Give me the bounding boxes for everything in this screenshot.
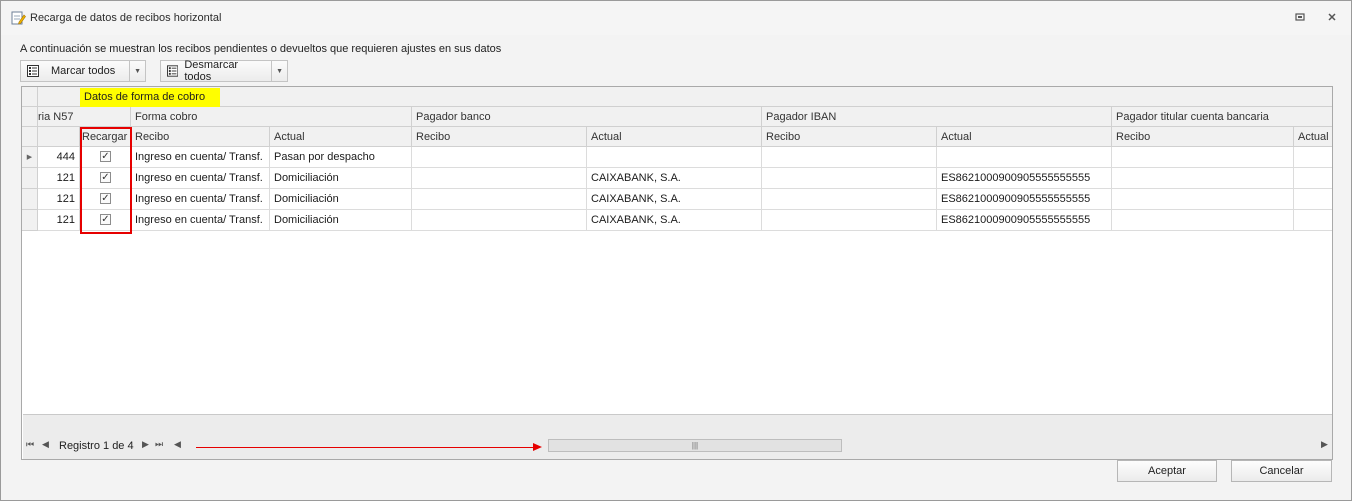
cell-banco-recibo[interactable] (412, 147, 587, 168)
checklist-icon (167, 65, 179, 77)
band-title[interactable]: Datos de forma de cobro (80, 88, 220, 107)
cell-titular-actual[interactable] (1294, 168, 1332, 189)
dialog-window: Recarga de datos de recibos horizontal A… (0, 0, 1352, 501)
checklist-icon (27, 65, 39, 77)
current-row-indicator-icon: ▶ (22, 147, 38, 168)
row-indicator (22, 189, 38, 210)
column-header-banco-recibo[interactable]: Recibo (412, 127, 587, 147)
cell-iban-recibo[interactable] (762, 168, 937, 189)
cell-forma-recibo[interactable]: Ingreso en cuenta/ Transf. (131, 168, 270, 189)
row-indicator (22, 168, 38, 189)
cell-iban-actual[interactable]: ES8621000900905555555555 (937, 210, 1112, 231)
cell-iban-recibo[interactable] (762, 210, 937, 231)
column-header-titular-actual[interactable]: Actual (1294, 127, 1332, 147)
column-row-indicator (22, 127, 38, 147)
close-icon[interactable] (1325, 11, 1339, 25)
cell-titular-recibo[interactable] (1112, 210, 1294, 231)
cell-titular-actual[interactable] (1294, 210, 1332, 231)
cell-iban-actual[interactable] (937, 147, 1112, 168)
record-counter: Registro 1 de 4 (59, 440, 134, 452)
group-header-pagador-titular[interactable]: Pagador titular cuenta bancaria (1112, 107, 1332, 127)
scroll-annotation-arrowhead (533, 443, 542, 451)
cell-titular-recibo[interactable] (1112, 189, 1294, 210)
cell-forma-recibo[interactable]: Ingreso en cuenta/ Transf. (131, 189, 270, 210)
last-record-icon[interactable]: ⏭ (155, 439, 163, 450)
group-row-indicator (22, 107, 38, 127)
cell-forma-actual[interactable]: Domiciliación (270, 168, 412, 189)
first-record-icon[interactable]: ⏮ (26, 439, 34, 450)
scroll-left-icon[interactable]: ◀ (174, 439, 181, 450)
scroll-annotation-arrow (196, 447, 536, 448)
cell-titular-actual[interactable] (1294, 147, 1332, 168)
grid-footer: ⏮ ◀ Registro 1 de 4 ▶ ⏭ ◀ ||| ▶ (23, 414, 1332, 459)
group-header-pagador-iban[interactable]: Pagador IBAN (762, 107, 1112, 127)
window-title: Recarga de datos de recibos horizontal (30, 12, 222, 24)
cell-iban-actual[interactable]: ES8621000900905555555555 (937, 189, 1112, 210)
cell-titular-actual[interactable] (1294, 189, 1332, 210)
accept-button[interactable]: Aceptar (1117, 460, 1217, 482)
row-indicator (22, 210, 38, 231)
restore-icon[interactable] (1293, 11, 1307, 25)
column-header-titular-recibo[interactable]: Recibo (1112, 127, 1294, 147)
edit-document-icon (11, 11, 26, 25)
column-header-n57[interactable] (38, 127, 80, 147)
cell-banco-actual[interactable]: CAIXABANK, S.A. (587, 189, 762, 210)
intro-text: A continuación se muestran los recibos p… (20, 43, 502, 55)
cell-titular-recibo[interactable] (1112, 168, 1294, 189)
cell-iban-recibo[interactable] (762, 189, 937, 210)
unmark-all-button[interactable]: Desmarcar todos ▼ (160, 59, 288, 83)
band-header-row (38, 87, 1332, 107)
scroll-right-icon[interactable]: ▶ (1321, 439, 1328, 450)
group-header-pagador-banco[interactable]: Pagador banco (412, 107, 762, 127)
horizontal-scrollbar-thumb[interactable]: ||| (548, 439, 842, 452)
cell-forma-actual[interactable]: Domiciliación (270, 210, 412, 231)
cell-n57[interactable]: 444 (38, 147, 80, 168)
cell-iban-recibo[interactable] (762, 147, 937, 168)
recargar-highlight-annotation (80, 127, 132, 234)
cell-iban-actual[interactable]: ES8621000900905555555555 (937, 168, 1112, 189)
group-header-n57[interactable]: ria N57 (38, 107, 131, 127)
cell-banco-recibo[interactable] (412, 210, 587, 231)
cell-banco-actual[interactable] (587, 147, 762, 168)
cell-forma-actual[interactable]: Pasan por despacho (270, 147, 412, 168)
cell-banco-recibo[interactable] (412, 168, 587, 189)
column-header-forma-actual[interactable]: Actual (270, 127, 412, 147)
title-bar: Recarga de datos de recibos horizontal (1, 1, 1351, 35)
column-header-forma-recibo[interactable]: Recibo (131, 127, 270, 147)
cell-titular-recibo[interactable] (1112, 147, 1294, 168)
chevron-down-icon[interactable]: ▼ (130, 61, 145, 81)
mark-all-label: Marcar todos (51, 65, 116, 77)
chevron-down-icon[interactable]: ▼ (272, 61, 287, 81)
mark-all-button[interactable]: Marcar todos ▼ (20, 60, 146, 82)
next-record-icon[interactable]: ▶ (142, 439, 149, 450)
band-row-indicator (22, 87, 38, 107)
cell-forma-actual[interactable]: Domiciliación (270, 189, 412, 210)
cell-banco-recibo[interactable] (412, 189, 587, 210)
cell-banco-actual[interactable]: CAIXABANK, S.A. (587, 210, 762, 231)
receipts-grid[interactable]: Datos de forma de cobro ria N57 Forma co… (21, 86, 1333, 460)
mark-all-main[interactable]: Marcar todos (21, 61, 131, 81)
cell-forma-recibo[interactable]: Ingreso en cuenta/ Transf. (131, 210, 270, 231)
unmark-all-main[interactable]: Desmarcar todos (161, 59, 273, 83)
group-header-forma-cobro[interactable]: Forma cobro (131, 107, 412, 127)
column-header-iban-recibo[interactable]: Recibo (762, 127, 937, 147)
previous-record-icon[interactable]: ◀ (42, 439, 49, 450)
cell-n57[interactable]: 121 (38, 168, 80, 189)
cell-forma-recibo[interactable]: Ingreso en cuenta/ Transf. (131, 147, 270, 168)
cell-banco-actual[interactable]: CAIXABANK, S.A. (587, 168, 762, 189)
cell-n57[interactable]: 121 (38, 210, 80, 231)
column-header-banco-actual[interactable]: Actual (587, 127, 762, 147)
cell-n57[interactable]: 121 (38, 189, 80, 210)
unmark-all-label: Desmarcar todos (184, 59, 239, 83)
cancel-button[interactable]: Cancelar (1231, 460, 1332, 482)
column-header-iban-actual[interactable]: Actual (937, 127, 1112, 147)
